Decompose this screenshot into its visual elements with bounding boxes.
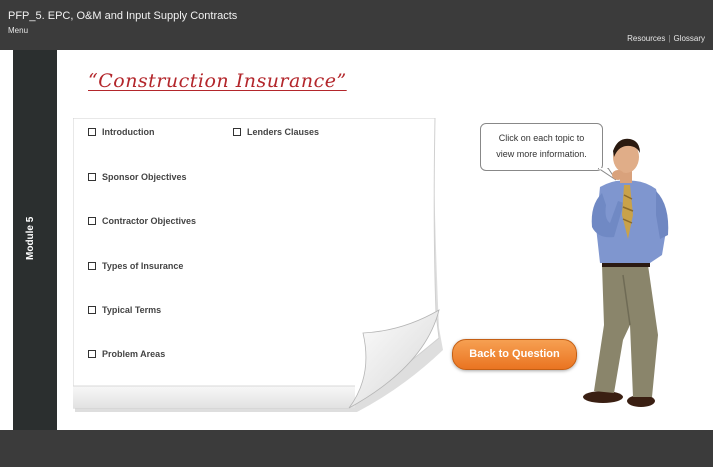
checkbox-icon <box>88 128 96 136</box>
topic-sponsor-objectives[interactable]: Sponsor Objectives <box>88 172 187 182</box>
presenter-figure <box>583 138 669 407</box>
checkbox-icon <box>88 350 96 358</box>
checkbox-icon <box>233 128 241 136</box>
resources-link[interactable]: Resources <box>627 34 665 43</box>
right-margin <box>700 50 713 430</box>
topic-lenders-clauses[interactable]: Lenders Clauses <box>233 127 319 137</box>
menu-link[interactable]: Menu <box>8 26 28 35</box>
glossary-link[interactable]: Glossary <box>673 34 705 43</box>
checkbox-icon <box>88 173 96 181</box>
top-links: Resources | Glossary <box>627 34 705 43</box>
module-sidebar: Module 5 <box>13 50 57 430</box>
bottom-bar <box>0 430 713 467</box>
title-bar: PFP_5. EPC, O&M and Input Supply Contrac… <box>0 0 713 50</box>
page-heading: “Construction Insurance” <box>88 70 347 92</box>
checkbox-icon <box>88 262 96 270</box>
course-title: PFP_5. EPC, O&M and Input Supply Contrac… <box>8 10 238 22</box>
topic-typical-terms[interactable]: Typical Terms <box>88 305 161 315</box>
topic-problem-areas[interactable]: Problem Areas <box>88 349 165 359</box>
link-separator: | <box>668 34 671 43</box>
topic-types-of-insurance[interactable]: Types of Insurance <box>88 261 183 271</box>
back-to-question-button[interactable]: Back to Question <box>452 339 577 370</box>
module-label: Module 5 <box>25 216 36 260</box>
checkbox-icon <box>88 217 96 225</box>
checkbox-icon <box>88 306 96 314</box>
topic-introduction[interactable]: Introduction <box>88 127 155 137</box>
topic-contractor-objectives[interactable]: Contractor Objectives <box>88 216 196 226</box>
